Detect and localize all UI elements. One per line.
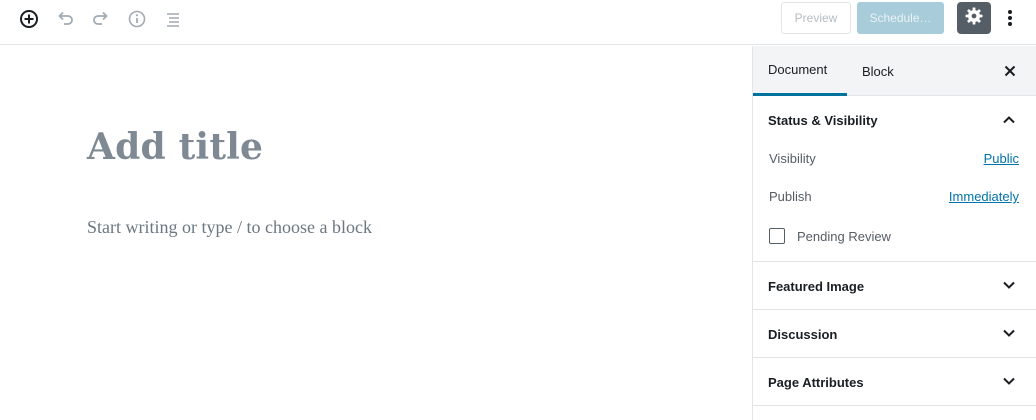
more-vertical-icon[interactable] (1001, 5, 1019, 31)
info-icon[interactable] (124, 6, 150, 32)
gear-icon (964, 6, 984, 31)
sidebar-header: Document Block (753, 46, 1036, 96)
redo-icon[interactable] (88, 6, 114, 32)
outline-icon[interactable] (160, 6, 186, 32)
panel-title-status-visibility[interactable]: Status & Visibility (768, 113, 878, 128)
chevron-down-icon (1003, 281, 1015, 289)
panel-featured-image[interactable]: Featured Image (753, 262, 1036, 310)
undo-icon[interactable] (52, 6, 78, 32)
publish-date-link[interactable]: Immediately (949, 189, 1019, 204)
chevron-up-icon[interactable] (1001, 112, 1017, 128)
panel-status-visibility: Status & Visibility Visibility Public Pu… (753, 96, 1036, 262)
editor-toolbar: Preview Schedule… (0, 0, 1036, 45)
panel-discussion[interactable]: Discussion (753, 310, 1036, 358)
panel-title-featured-image: Featured Image (768, 279, 865, 294)
chevron-down-icon (1003, 377, 1015, 385)
tab-document-label: Document (768, 62, 828, 77)
tab-document[interactable]: Document (753, 46, 847, 96)
visibility-label: Visibility (769, 151, 816, 166)
chevron-down-icon (1003, 329, 1015, 337)
tab-block[interactable]: Block (862, 46, 894, 96)
schedule-button[interactable]: Schedule… (857, 2, 944, 34)
settings-button[interactable] (957, 2, 991, 34)
panel-page-attributes[interactable]: Page Attributes (753, 358, 1036, 406)
pending-review-checkbox[interactable] (769, 228, 785, 244)
settings-sidebar: Document Block Status & Visibility Visib… (752, 46, 1036, 420)
block-appender-placeholder[interactable]: Start writing or type / to choose a bloc… (87, 217, 372, 238)
panel-title-discussion: Discussion (768, 327, 838, 342)
editor-canvas: Add title Start writing or type / to cho… (0, 46, 752, 420)
close-icon[interactable] (999, 60, 1021, 82)
visibility-link[interactable]: Public (984, 151, 1019, 166)
preview-button[interactable]: Preview (781, 2, 851, 34)
publish-label: Publish (769, 189, 812, 204)
post-title-placeholder[interactable]: Add title (87, 126, 263, 168)
pending-review-label: Pending Review (797, 229, 891, 244)
add-block-icon[interactable] (16, 6, 42, 32)
tab-block-label: Block (862, 63, 894, 79)
panel-title-page-attributes: Page Attributes (768, 375, 864, 390)
